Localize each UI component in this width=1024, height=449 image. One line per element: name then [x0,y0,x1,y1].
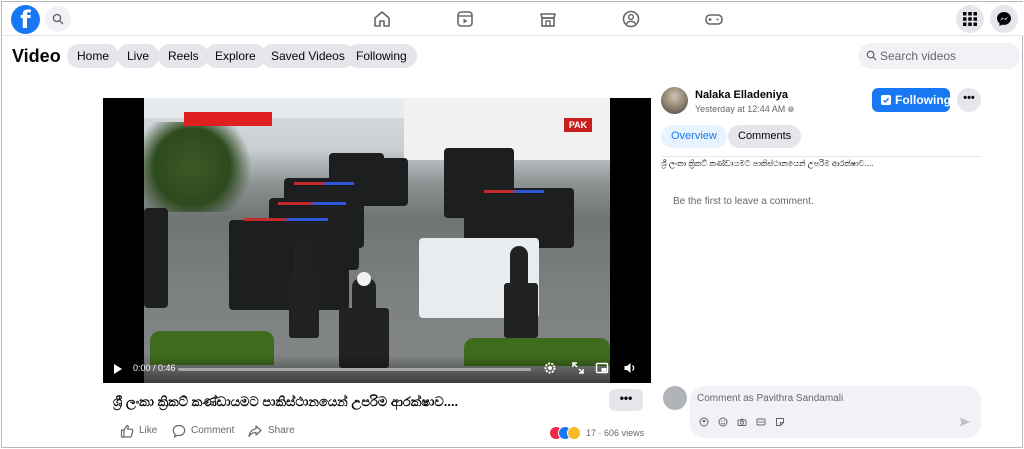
reaction-icons[interactable] [549,426,589,440]
post-more-button[interactable]: ••• [609,389,643,411]
groups-icon[interactable] [620,8,642,30]
view-count: 606 views [604,428,645,438]
menu-button[interactable] [956,5,984,33]
send-icon[interactable] [959,416,971,428]
facebook-logo[interactable]: f [11,5,40,34]
timestamp-text: Yesterday at 12:44 AM [695,104,786,114]
share-icon [248,425,262,438]
overlay-sign: PAK [564,118,592,132]
expand-icon[interactable] [571,361,585,375]
miniplayer-icon[interactable] [595,361,609,375]
video-player[interactable]: PAK 0:00 / 0:46 [103,98,651,383]
tab-overview[interactable]: Overview [661,125,727,148]
video-watermark [184,112,272,126]
menu-grid-icon [963,12,977,26]
comment-input[interactable]: Comment as Pavithra Sandamali [690,386,981,438]
progress-bar[interactable] [178,368,531,371]
camera-icon[interactable] [737,417,747,427]
settings-icon[interactable] [543,361,557,375]
video-icon[interactable] [454,8,476,30]
share-label: Share [268,425,295,436]
play-icon[interactable] [114,364,122,374]
search-button[interactable] [45,6,71,32]
following-button[interactable]: Following [872,88,951,112]
globe-icon: 🌐︎ [787,105,795,114]
reaction-count[interactable]: 17 [586,428,596,438]
tab-home[interactable]: Home [67,44,120,68]
following-label: Following [895,93,951,107]
author-avatar[interactable] [661,87,688,114]
search-videos-input[interactable]: Search videos [858,43,1020,69]
facebook-video-page: f Video Home Live Reels Explore Saved Vi… [1,1,1024,448]
comment-label: Comment [191,425,235,436]
sticker-icon[interactable] [775,417,785,427]
like-icon [120,424,134,438]
following-check-icon [881,95,891,105]
marketplace-icon[interactable] [537,8,559,30]
comment-placeholder: Comment as Pavithra Sandamali [697,393,844,404]
tab-saved-videos[interactable]: Saved Videos [261,44,355,68]
wow-reaction-icon [567,426,581,440]
post-caption: ශ්‍රී ලංකා ක්‍රිකට් කණ්ඩායමට පාකිස්ථානයෙ… [113,394,459,409]
post-timestamp[interactable]: Yesterday at 12:44 AM 🌐︎ [695,104,794,115]
page-title: Video [12,46,61,66]
gaming-icon[interactable] [703,8,725,30]
tab-explore[interactable]: Explore [205,44,266,68]
tab-live[interactable]: Live [117,44,160,68]
messenger-icon [997,12,1011,26]
gif-icon[interactable] [756,417,766,427]
search-icon [52,13,64,25]
search-placeholder: Search videos [880,49,957,63]
stats-separator: · [598,428,602,438]
avatar-sticker-icon[interactable] [699,417,709,427]
post-stats: 17 · 606 views [586,428,644,438]
like-label: Like [139,425,158,436]
messenger-button[interactable] [990,5,1018,33]
empty-comments-message: Be the first to leave a comment. [673,196,814,207]
video-frame: PAK [144,98,610,383]
tab-following[interactable]: Following [346,44,417,68]
comment-icon [172,424,186,438]
search-icon [866,50,877,61]
author-more-button[interactable]: ••• [957,88,981,112]
top-navigation-bar: f [2,2,1024,36]
post-description: ශ්‍රී ලංකා ක්‍රිකට් කණ්ඩායමට පාකිස්ථානයෙ… [661,159,874,168]
tab-reels[interactable]: Reels [158,44,209,68]
volume-icon[interactable] [623,361,637,375]
emoji-icon[interactable] [718,417,728,427]
video-time: 0:00 / 0:46 [133,363,176,373]
commenter-avatar [663,386,687,410]
author-name[interactable]: Nalaka Elladeniya [695,89,788,101]
divider [661,156,981,157]
tab-comments[interactable]: Comments [728,125,802,148]
video-controls: 0:00 / 0:46 [103,355,651,383]
home-icon[interactable] [371,8,393,30]
